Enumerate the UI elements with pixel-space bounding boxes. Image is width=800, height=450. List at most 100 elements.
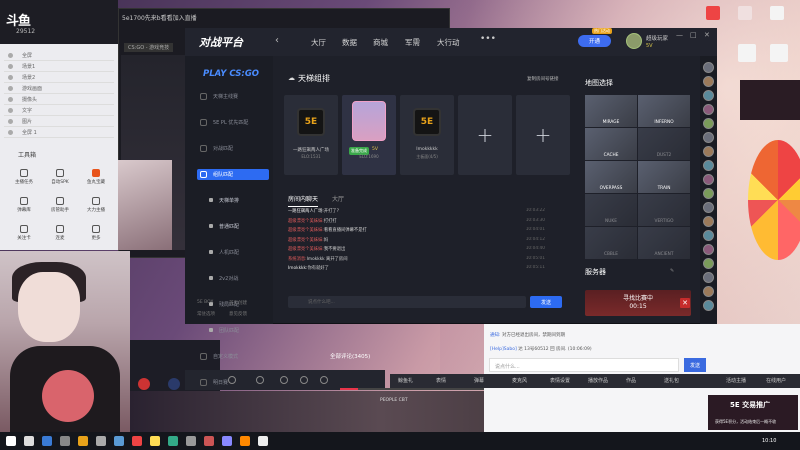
- desktop-app-icon[interactable]: [706, 6, 720, 20]
- taskbar-app-icon[interactable]: [60, 436, 70, 446]
- chat-sender[interactable]: 超级漂亮个美妹妹:: [288, 219, 324, 224]
- chat-sender[interactable]: 超级漂亮个美妹妹:: [288, 238, 324, 243]
- chat-sender[interactable]: 超级漂亮个美妹妹:: [288, 228, 324, 233]
- nav-supply[interactable]: 军需: [405, 37, 420, 48]
- player-slot[interactable]: 5E 一路狂飙两人广场 ELO:1531: [284, 95, 338, 175]
- scene-row[interactable]: 图片: [4, 116, 114, 127]
- sidebar-item[interactable]: 自定义模式: [197, 351, 269, 362]
- taskbar-app-icon[interactable]: [168, 436, 178, 446]
- visibility-icon[interactable]: [8, 119, 13, 124]
- sidebar-footer-link[interactable]: 常驻选项: [197, 311, 215, 317]
- nav-shop[interactable]: 商城: [373, 37, 388, 48]
- empty-slot-add-button[interactable]: +: [516, 95, 570, 175]
- gift-label[interactable]: 活动主播: [726, 377, 746, 384]
- scene-row[interactable]: 摄像头: [4, 94, 114, 105]
- sidebar-item[interactable]: 天梯主线赛: [197, 91, 269, 102]
- map-tile[interactable]: CBBLE: [585, 227, 637, 259]
- taskbar-app-icon[interactable]: [114, 436, 124, 446]
- friend-avatar[interactable]: [703, 300, 714, 311]
- friend-avatar[interactable]: [703, 118, 714, 129]
- taskbar-app-icon[interactable]: [42, 436, 52, 446]
- friend-avatar[interactable]: [703, 258, 714, 269]
- scene-row[interactable]: 全屏: [4, 50, 114, 61]
- sidebar-item[interactable]: 对战匹配: [197, 143, 269, 154]
- visibility-icon[interactable]: [8, 64, 13, 69]
- friend-avatar[interactable]: [703, 216, 714, 227]
- player-slot[interactable]: 5E Imokkkkk 主板面(4/5): [400, 95, 454, 175]
- friend-avatar[interactable]: [703, 132, 714, 143]
- tool-button[interactable]: 鱼丸宝藏: [78, 165, 114, 189]
- taskbar-app-icon[interactable]: [24, 436, 34, 446]
- close-icon[interactable]: ✕: [704, 31, 710, 39]
- danmu-tool[interactable]: 送礼包: [664, 377, 679, 384]
- friend-avatar[interactable]: [703, 104, 714, 115]
- map-tile[interactable]: ANCIENT: [638, 227, 690, 259]
- cancel-match-button[interactable]: ✕: [680, 298, 690, 308]
- visibility-icon[interactable]: [8, 86, 13, 91]
- scene-row[interactable]: 场景1: [4, 61, 114, 72]
- tool-button[interactable]: 更多: [78, 221, 114, 245]
- tool-button[interactable]: 主播任务: [6, 165, 42, 189]
- friend-avatar[interactable]: [703, 90, 714, 101]
- tool-button[interactable]: 连麦: [42, 221, 78, 245]
- map-tile[interactable]: INFERNO: [638, 95, 690, 127]
- tool-button[interactable]: 房管助手: [42, 193, 78, 217]
- friend-avatar[interactable]: [703, 76, 714, 87]
- chat-sender[interactable]: 系统消息:: [288, 257, 307, 262]
- scene-row[interactable]: 全屏 1: [4, 127, 114, 138]
- back-icon[interactable]: ‹: [275, 35, 279, 46]
- friend-avatar[interactable]: [703, 160, 714, 171]
- nav-operation[interactable]: 大行动: [437, 37, 460, 48]
- maximize-icon[interactable]: □: [690, 31, 697, 39]
- comments-count[interactable]: 全部评论(3405): [330, 352, 370, 360]
- map-tile[interactable]: VERTIGO: [638, 194, 690, 226]
- empty-slot-add-button[interactable]: +: [458, 95, 512, 175]
- danmu-input[interactable]: 说点什么...: [489, 358, 679, 372]
- vip-button[interactable]: 开通: [578, 35, 611, 47]
- share-icon[interactable]: [320, 376, 328, 384]
- visibility-icon[interactable]: [8, 97, 13, 102]
- danmu-tool[interactable]: 播放作品: [588, 377, 608, 384]
- map-tile[interactable]: NUKE: [585, 194, 637, 226]
- taskbar-app-icon[interactable]: [240, 436, 250, 446]
- more-icon[interactable]: •••: [480, 34, 496, 44]
- tab-room-chat[interactable]: 房间内聊天: [288, 194, 319, 207]
- danmu-send-button[interactable]: 发送: [684, 358, 706, 372]
- danmu-tool[interactable]: 作品: [626, 377, 636, 384]
- friend-avatar[interactable]: [703, 146, 714, 157]
- friend-avatar[interactable]: [703, 244, 714, 255]
- sidebar-footer-link[interactable]: 首页创建: [229, 300, 247, 306]
- sidebar-item[interactable]: 组队匹配: [197, 169, 269, 180]
- chat-sender[interactable]: 一路狂飙两人广场:: [288, 209, 324, 214]
- tool-button[interactable]: 大力主播: [78, 193, 114, 217]
- taskbar-app-icon[interactable]: [204, 436, 214, 446]
- visibility-icon[interactable]: [8, 75, 13, 80]
- edit-icon[interactable]: ✎: [670, 268, 674, 274]
- friend-avatar[interactable]: [703, 62, 714, 73]
- taskbar-app-icon[interactable]: [258, 436, 268, 446]
- send-button[interactable]: 发送: [530, 296, 562, 308]
- tool-button[interactable]: 自动SPK: [42, 165, 78, 189]
- friend-avatar[interactable]: [703, 286, 714, 297]
- taskbar-app-icon[interactable]: [222, 436, 232, 446]
- chat-sender[interactable]: 超级漂亮个美妹妹:: [288, 247, 324, 252]
- scene-row[interactable]: 游戏画面: [4, 83, 114, 94]
- sidebar-item[interactable]: 人机匹配: [197, 247, 269, 258]
- friend-avatar[interactable]: [703, 272, 714, 283]
- lottery-wheel[interactable]: [748, 140, 800, 260]
- danmu-tool[interactable]: 鲸鱼礼: [398, 377, 413, 384]
- sidebar-item[interactable]: 明日赛: [197, 377, 269, 388]
- sidebar-item[interactable]: 天梯单排: [197, 195, 269, 206]
- map-tile[interactable]: CACHE: [585, 128, 637, 160]
- taskbar-app-icon[interactable]: [186, 436, 196, 446]
- danmu-tool[interactable]: 表情: [436, 377, 446, 384]
- friend-avatar[interactable]: [703, 174, 714, 185]
- game-app-icon[interactable]: [168, 378, 180, 390]
- user-avatar[interactable]: [626, 33, 642, 49]
- friend-avatar[interactable]: [703, 188, 714, 199]
- online-users[interactable]: 在线用户: [766, 377, 786, 384]
- taskbar-app-icon[interactable]: [150, 436, 160, 446]
- danmu-tool[interactable]: 麦克风: [512, 377, 527, 384]
- desktop-app-icon[interactable]: [770, 6, 784, 20]
- taskbar-app-icon[interactable]: [96, 436, 106, 446]
